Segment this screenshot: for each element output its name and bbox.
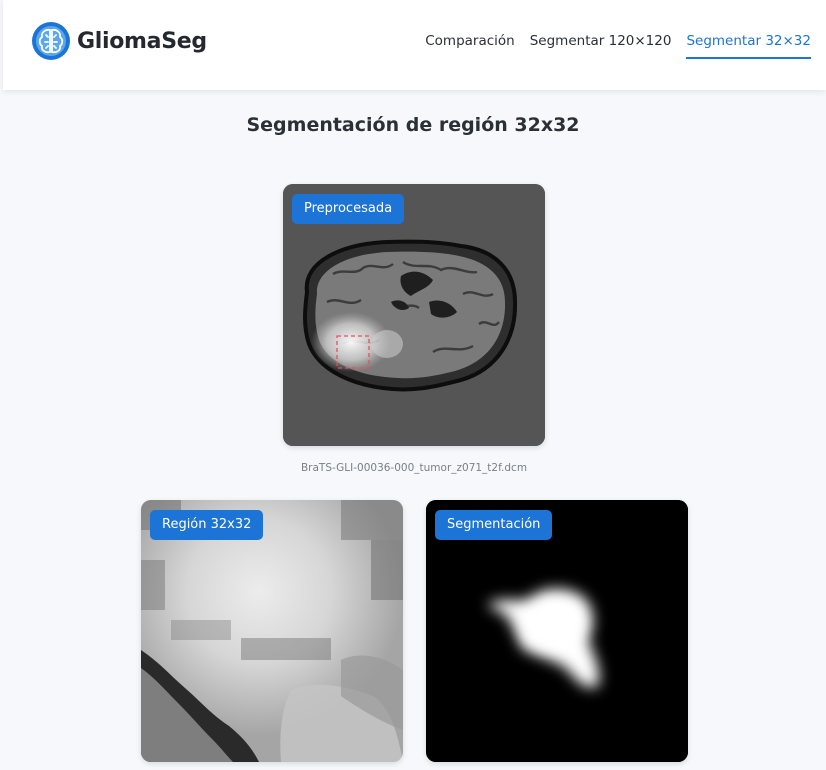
page-title: Segmentación de región 32x32	[246, 114, 580, 136]
navbar: GliomaSeg Comparación Segmentar 120×120 …	[3, 0, 826, 90]
segmentation-image-card: Segmentación	[426, 500, 688, 762]
badge-segmentacion: Segmentación	[435, 510, 553, 540]
preprocessed-image-card: Preprocesada	[283, 184, 545, 446]
badge-preprocesada: Preprocesada	[292, 194, 405, 224]
brain-icon	[32, 22, 70, 60]
nav-link-segmentar-32[interactable]: Segmentar 32×32	[686, 33, 811, 59]
brand-name: GliomaSeg	[77, 28, 207, 54]
image-filename: BraTS-GLI-00036-000_tumor_z071_t2f.dcm	[300, 462, 528, 474]
nav-link-comparacion[interactable]: Comparación	[425, 33, 515, 59]
nav-links: Comparación Segmentar 120×120 Segmentar …	[410, 33, 811, 59]
badge-region: Región 32x32	[150, 510, 264, 540]
brand-logo[interactable]: GliomaSeg	[31, 21, 207, 61]
region-image-card: Región 32x32	[141, 500, 403, 762]
nav-link-segmentar-120[interactable]: Segmentar 120×120	[530, 33, 672, 59]
